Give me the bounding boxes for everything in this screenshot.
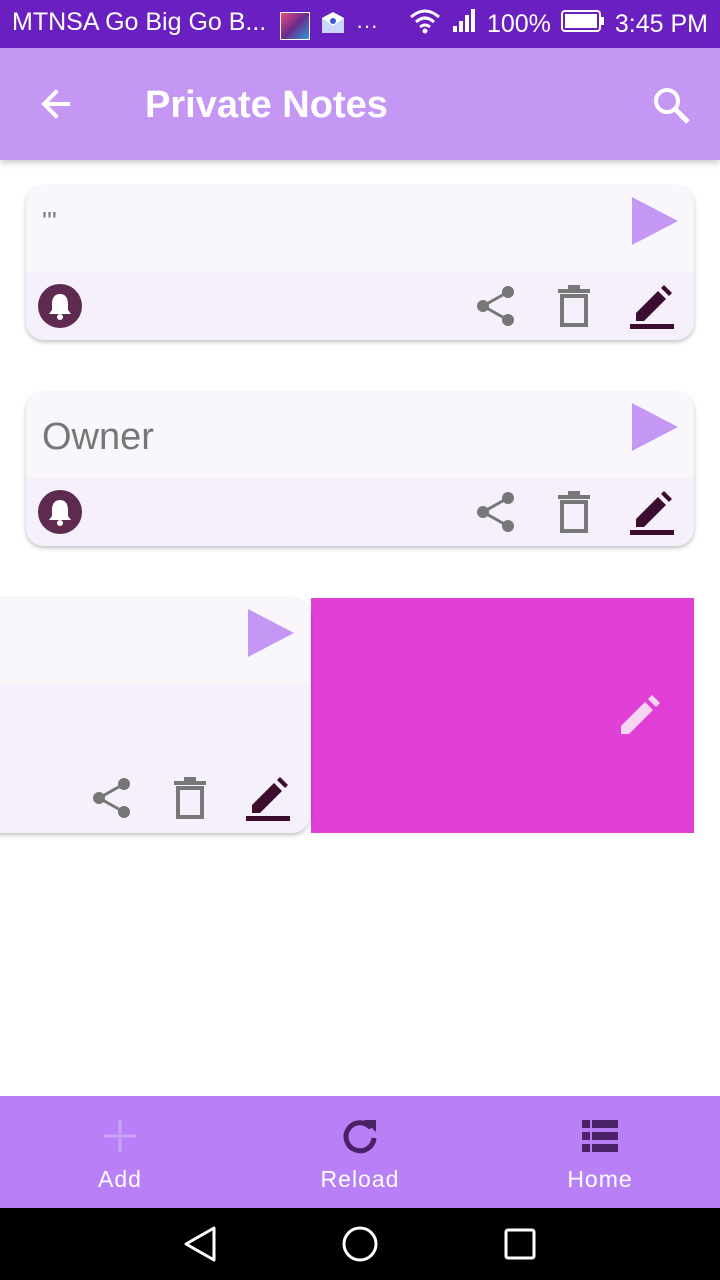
share-icon[interactable] [472, 488, 520, 536]
plus-icon [104, 1120, 136, 1152]
nav-home-label: Home [567, 1166, 633, 1192]
note-card[interactable]: Owner [26, 392, 694, 546]
list-icon [582, 1120, 618, 1152]
delete-icon[interactable] [166, 774, 214, 822]
bell-icon[interactable] [38, 490, 82, 534]
nav-home[interactable]: Home [480, 1096, 720, 1208]
arrow-left-icon[interactable] [30, 78, 82, 130]
play-icon[interactable] [248, 609, 294, 657]
clock: 3:45 PM [614, 10, 708, 38]
page-title: Private Notes [145, 84, 388, 126]
system-nav-bar [0, 1208, 720, 1280]
edit-icon[interactable] [628, 488, 676, 536]
nav-reload-label: Reload [320, 1166, 400, 1192]
play-icon[interactable] [632, 403, 678, 451]
home-circle-icon[interactable] [336, 1224, 384, 1264]
app-bar: Private Notes [0, 48, 720, 160]
signal-icon [451, 8, 477, 41]
wifi-icon [409, 8, 441, 41]
share-icon[interactable] [472, 282, 520, 330]
swipe-edit-action[interactable] [311, 598, 694, 833]
pencil-icon [611, 688, 667, 744]
play-icon[interactable] [632, 197, 678, 245]
battery-percent: 100% [486, 10, 551, 38]
bell-icon[interactable] [38, 284, 82, 328]
battery-icon [560, 9, 605, 40]
delete-icon[interactable] [550, 282, 598, 330]
search-icon[interactable] [646, 80, 698, 132]
status-bar: MTNSA Go Big Go B... ··· 100% 3:45 PM [0, 0, 720, 48]
carrier-name: MTNSA Go Big Go B... [12, 8, 267, 36]
nav-reload[interactable]: Reload [240, 1096, 480, 1208]
nav-add[interactable]: Add [0, 1096, 240, 1208]
app-notification-icon [280, 11, 310, 40]
edit-icon[interactable] [244, 774, 292, 822]
refresh-icon [343, 1120, 377, 1154]
recents-square-icon[interactable] [496, 1224, 544, 1264]
delete-icon[interactable] [550, 488, 598, 536]
back-triangle-icon[interactable] [176, 1224, 224, 1264]
nav-add-label: Add [98, 1166, 142, 1192]
note-text: Owner [42, 416, 154, 458]
mail-notification-icon [320, 10, 346, 41]
edit-icon[interactable] [628, 282, 676, 330]
note-text: ''' [42, 206, 57, 236]
note-card[interactable]: ''' [26, 186, 694, 340]
bottom-nav: Add Reload Home [0, 1096, 720, 1208]
share-icon[interactable] [88, 774, 136, 822]
note-card-swiped[interactable] [0, 598, 310, 833]
more-notifications-icon: ··· [356, 12, 378, 38]
